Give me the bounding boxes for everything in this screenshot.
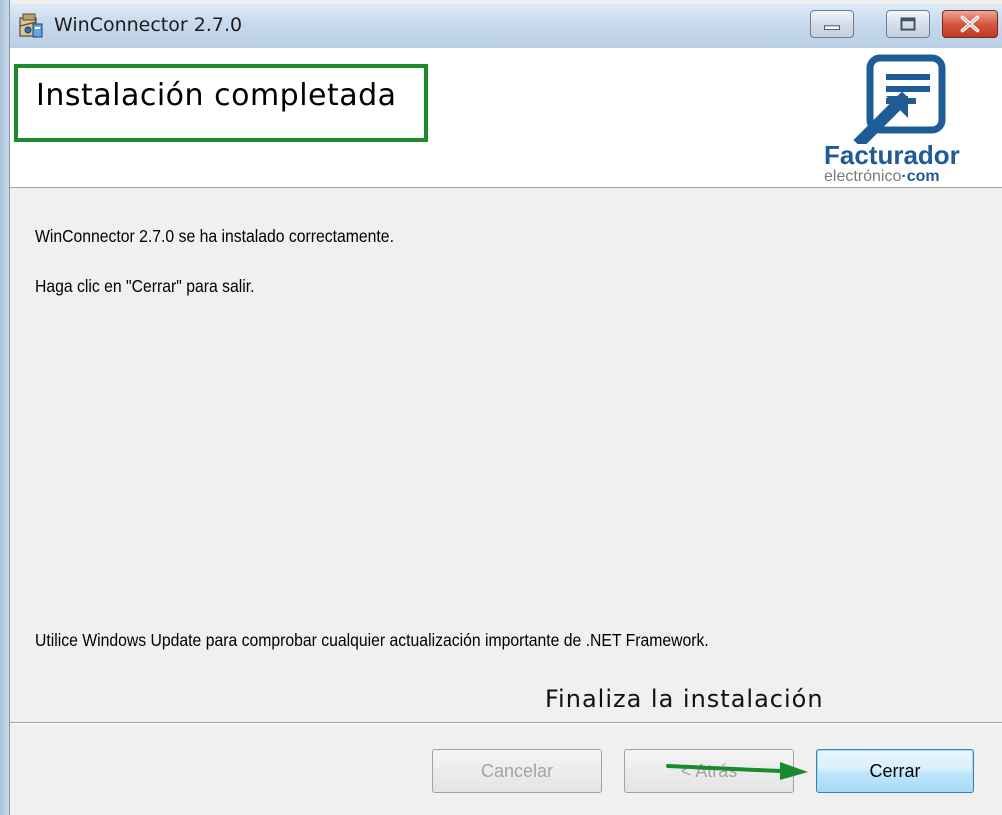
- windows-update-note: Utilice Windows Update para comprobar cu…: [35, 630, 709, 650]
- annotation-caption: Finaliza la instalación: [545, 685, 824, 713]
- title-bar[interactable]: WinConnector 2.7.0: [10, 4, 1002, 48]
- logo-subtext: electrónico·com: [824, 168, 940, 185]
- minimize-button[interactable]: [810, 10, 854, 38]
- logo-brand-text: Facturador: [824, 140, 960, 170]
- installer-icon: [16, 12, 44, 40]
- header-banner: Instalación completada Facturador electr…: [10, 48, 1002, 188]
- close-button[interactable]: Cerrar: [816, 749, 974, 793]
- button-separator: [10, 722, 1002, 724]
- minimize-icon: [824, 25, 840, 31]
- page-title: Instalación completada: [36, 78, 397, 113]
- success-message: WinConnector 2.7.0 se ha instalado corre…: [35, 226, 394, 246]
- exit-instruction: Haga clic en "Cerrar" para salir.: [35, 276, 255, 296]
- maximize-button[interactable]: [886, 10, 930, 38]
- close-window-button[interactable]: [942, 10, 998, 38]
- close-icon: [960, 15, 980, 33]
- maximize-icon: [900, 17, 916, 31]
- cancel-button[interactable]: Cancelar: [432, 749, 602, 793]
- invoice-logo-icon: [853, 54, 946, 149]
- annotation-arrow-icon: [666, 762, 808, 780]
- facturador-logo: Facturador electrónico·com: [820, 54, 1000, 185]
- installer-window: WinConnector 2.7.0 Instalación completad…: [0, 0, 1002, 815]
- window-left-edge: [0, 0, 10, 815]
- window-title: WinConnector 2.7.0: [54, 14, 243, 36]
